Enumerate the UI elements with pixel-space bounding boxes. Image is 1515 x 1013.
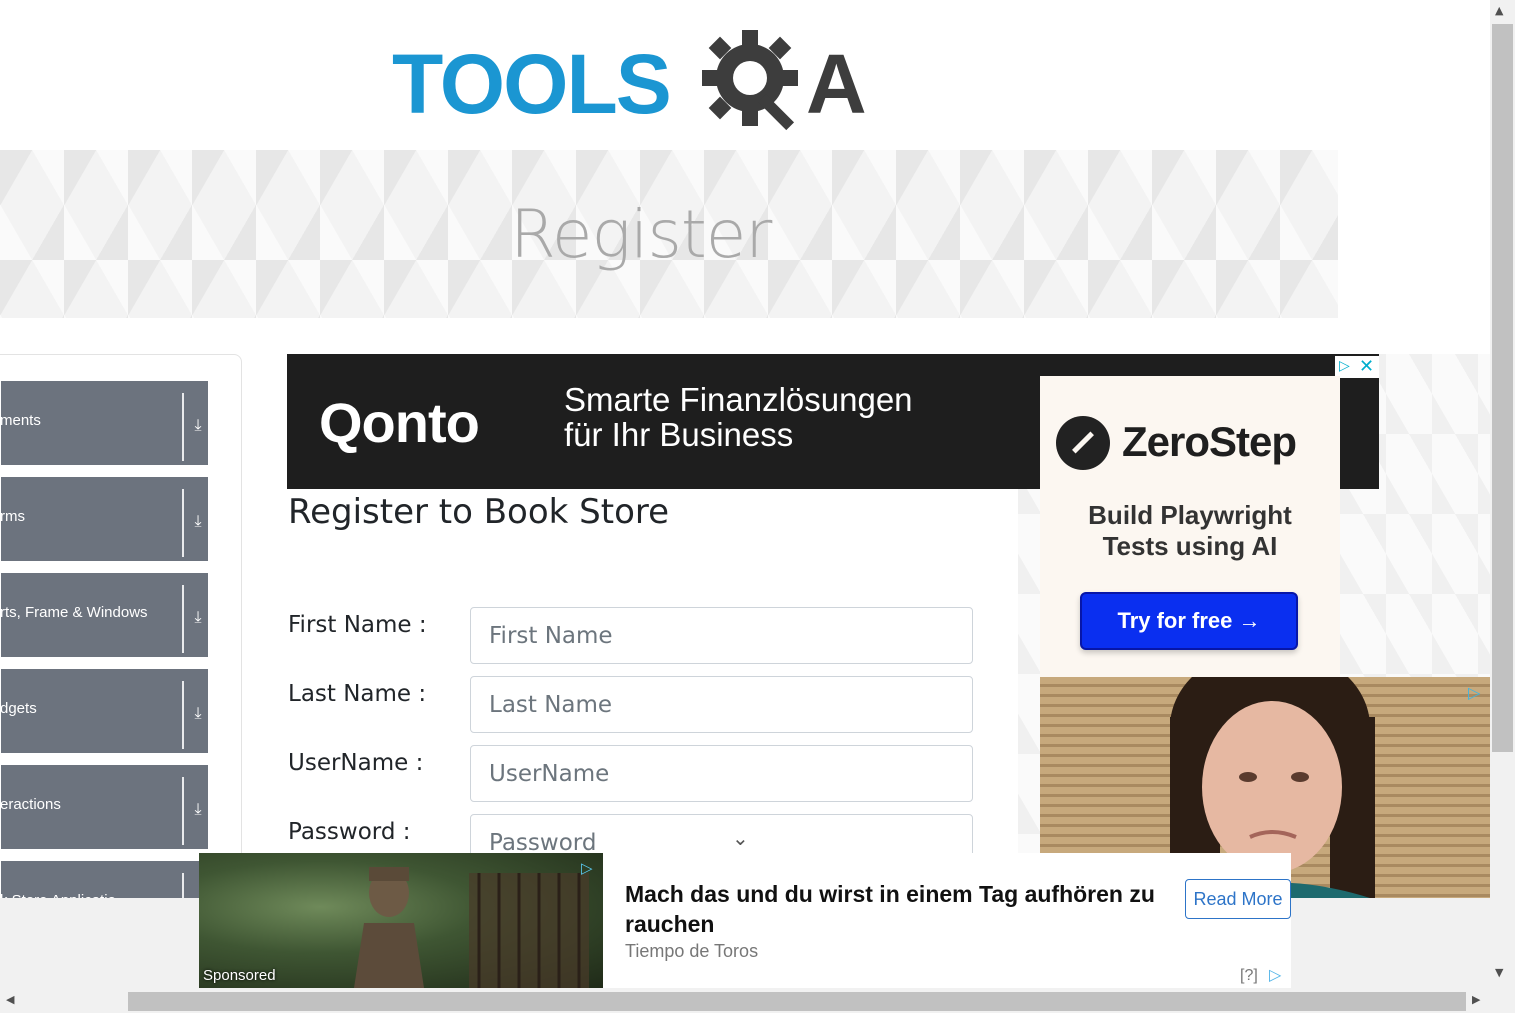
scroll-down-arrow-icon[interactable]: ▼ bbox=[1495, 966, 1503, 979]
scroll-right-arrow-icon[interactable]: ▶ bbox=[1472, 993, 1480, 1006]
first-name-label: First Name : bbox=[288, 612, 427, 638]
sidebar-group-interactions[interactable]: eractions ⤓ bbox=[0, 765, 208, 849]
download-arrow-icon[interactable]: ⤓ bbox=[190, 607, 206, 627]
username-label: UserName : bbox=[288, 750, 424, 776]
sidebar-divider bbox=[182, 777, 184, 845]
logo-a-text: A bbox=[806, 37, 867, 131]
gear-icon bbox=[702, 30, 798, 131]
sidebar-group-label: rms bbox=[0, 508, 25, 525]
zerostep-tagline-line1: Build Playwright bbox=[1088, 500, 1292, 530]
left-sidebar: ments ⤓ rms ⤓ rts, Frame & Windows ⤓ dge… bbox=[0, 354, 242, 914]
sidebar-group-forms[interactable]: rms ⤓ bbox=[0, 477, 208, 561]
password-label: Password : bbox=[288, 819, 411, 845]
read-more-button[interactable]: Read More bbox=[1185, 879, 1291, 919]
sponsored-ad-source: Tiempo de Toros bbox=[625, 941, 759, 961]
ad-help-link[interactable]: [?] bbox=[1240, 967, 1258, 985]
adchoices-icon[interactable]: ▷ bbox=[1468, 683, 1480, 702]
zerostep-brand: ZeroStep bbox=[1122, 418, 1297, 465]
sidebar-divider bbox=[182, 489, 184, 557]
download-arrow-icon[interactable]: ⤓ bbox=[190, 415, 206, 435]
zerostep-logo-icon bbox=[1056, 416, 1110, 470]
sidebar-group-elements[interactable]: ments ⤓ bbox=[0, 381, 208, 465]
logo-tools-text: TOOLS bbox=[392, 37, 672, 131]
sidebar-divider bbox=[182, 393, 184, 461]
sponsored-label: Sponsored bbox=[203, 967, 276, 984]
qonto-ad-line2: für Ihr Business bbox=[564, 416, 794, 453]
adchoices-icon[interactable]: ▷ bbox=[1269, 965, 1281, 984]
sponsored-ad-title[interactable]: Mach das und du wirst in einem Tag aufhö… bbox=[625, 879, 1165, 939]
download-arrow-icon[interactable]: ⤓ bbox=[190, 799, 206, 819]
first-name-input[interactable] bbox=[470, 607, 973, 664]
qonto-ad-copy: Smarte Finanzlösungen für Ihr Business bbox=[564, 382, 913, 452]
try-for-free-button[interactable]: Try for free → bbox=[1080, 592, 1298, 650]
download-arrow-icon[interactable]: ⤓ bbox=[190, 511, 206, 531]
zerostep-tagline-line2: Tests using AI bbox=[1102, 531, 1278, 561]
sidebar-group-label: rts, Frame & Windows bbox=[0, 604, 148, 621]
sidebar-group-label: eractions bbox=[0, 796, 61, 813]
adchoices-icon[interactable]: ▷ bbox=[1339, 358, 1350, 374]
form-heading: Register to Book Store bbox=[288, 492, 670, 532]
qonto-ad-line1: Smarte Finanzlösungen bbox=[564, 381, 913, 418]
toolsqa-logo[interactable]: TOOLS A bbox=[388, 20, 878, 138]
adchoices-icon[interactable]: ▷ bbox=[581, 859, 593, 877]
last-name-label: Last Name : bbox=[288, 681, 427, 707]
horizontal-scrollbar-thumb[interactable] bbox=[128, 992, 1466, 1011]
sidebar-divider bbox=[182, 585, 184, 653]
zerostep-tagline: Build Playwright Tests using AI bbox=[1040, 500, 1340, 562]
qonto-ad-banner[interactable]: Qonto Smarte Finanzlösungen für Ihr Busi… bbox=[287, 354, 1018, 489]
qonto-logo: Qonto bbox=[319, 391, 480, 454]
sidebar-group-label: ments bbox=[0, 412, 41, 429]
download-arrow-icon[interactable]: ⤓ bbox=[190, 703, 206, 723]
scrollbar-corner bbox=[1490, 990, 1515, 1013]
chevron-down-icon: ⌄ bbox=[732, 826, 749, 850]
vertical-scrollbar-thumb[interactable] bbox=[1492, 24, 1513, 752]
zerostep-ad[interactable]: ZeroStep Build Playwright Tests using AI… bbox=[1040, 376, 1340, 677]
sponsored-ad-image[interactable]: Sponsored ▷ bbox=[199, 853, 603, 988]
adchoices-badge[interactable]: ▷ ✕ bbox=[1335, 356, 1379, 378]
last-name-input[interactable] bbox=[470, 676, 973, 733]
sponsored-ad[interactable]: Sponsored ▷ Mach das und du wirst in ein… bbox=[199, 853, 1291, 988]
close-icon[interactable]: ✕ bbox=[1359, 356, 1374, 377]
sidebar-group-alerts-frame-windows[interactable]: rts, Frame & Windows ⤓ bbox=[0, 573, 208, 657]
page-title: Register bbox=[510, 196, 772, 273]
scroll-left-arrow-icon[interactable]: ◀ bbox=[6, 993, 14, 1006]
username-input[interactable] bbox=[470, 745, 973, 802]
scroll-up-arrow-icon[interactable]: ▲ bbox=[1495, 4, 1503, 17]
sidebar-group-label: dgets bbox=[0, 700, 37, 717]
sidebar-divider bbox=[182, 681, 184, 749]
sidebar-group-widgets[interactable]: dgets ⤓ bbox=[0, 669, 208, 753]
